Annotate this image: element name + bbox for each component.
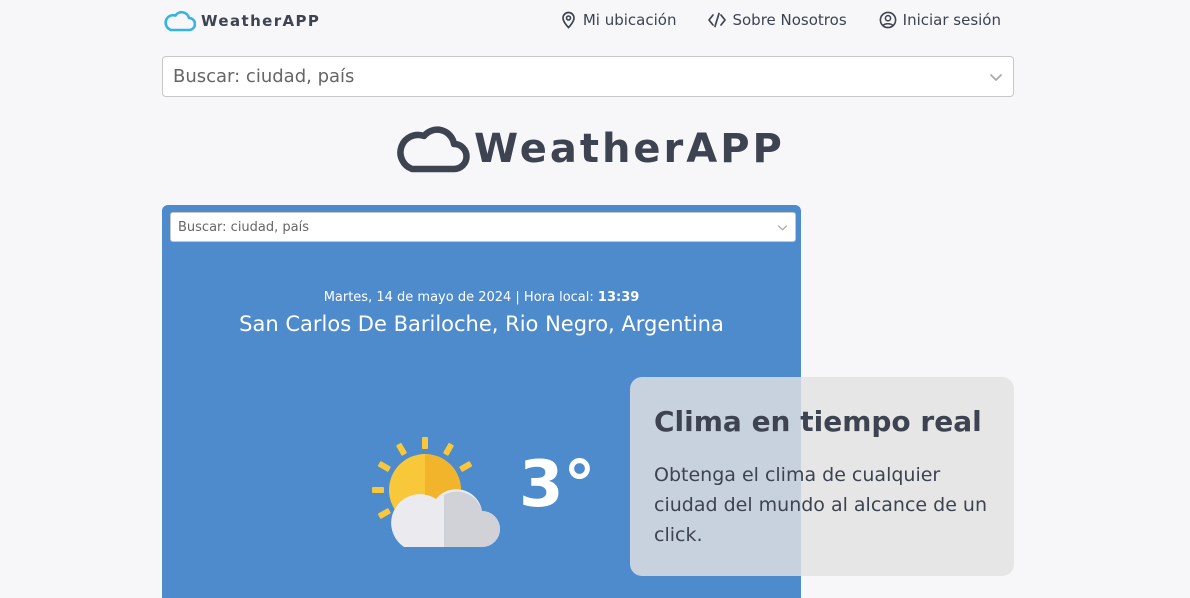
chevron-down-icon[interactable]: [777, 222, 788, 233]
local-time: 13:39: [597, 290, 640, 305]
hero-logo: WeatherAPP: [396, 122, 785, 176]
temperature: 3°: [519, 448, 596, 522]
info-title: Clima en tiempo real: [654, 405, 982, 438]
info-card: Clima en tiempo real Obtenga el clima de…: [630, 377, 1014, 576]
nav-login-label: Iniciar sesión: [902, 11, 1001, 29]
navbar: WeatherAPP Mi ubicación Sobre Nosotros I…: [0, 0, 1190, 44]
location-pin-icon: [562, 11, 575, 29]
card-city-search-input[interactable]: [178, 219, 777, 235]
nav-about-us[interactable]: Sobre Nosotros: [708, 11, 847, 29]
user-circle-icon: [879, 11, 897, 29]
partly-cloudy-icon: [372, 437, 500, 547]
nav-links: Mi ubicación Sobre Nosotros Iniciar sesi…: [560, 11, 1001, 29]
local-date: Martes, 14 de mayo de 2024 | Hora local:: [323, 290, 594, 305]
nav-my-location-label: Mi ubicación: [582, 11, 677, 29]
city-search-input[interactable]: [173, 66, 989, 87]
nav-about-us-label: Sobre Nosotros: [732, 11, 847, 29]
chevron-down-icon[interactable]: [989, 70, 1003, 84]
hero-title: WeatherAPP: [474, 126, 785, 172]
brand-logo[interactable]: WeatherAPP: [163, 9, 320, 33]
location-name: San Carlos De Bariloche, Rio Negro, Arge…: [239, 312, 724, 336]
local-date-time: Martes, 14 de mayo de 2024 | Hora local:…: [162, 290, 801, 305]
cloud-icon: [397, 126, 470, 173]
card-city-search-select[interactable]: [170, 212, 796, 242]
code-icon: [708, 12, 727, 28]
cloud-icon: [164, 10, 196, 32]
nav-my-location[interactable]: Mi ubicación: [560, 11, 677, 29]
nav-login[interactable]: Iniciar sesión: [879, 11, 1001, 29]
brand-name: WeatherAPP: [201, 12, 321, 30]
info-description: Obtenga el clima de cualquier ciudad del…: [654, 464, 988, 546]
city-search-select[interactable]: [162, 56, 1014, 97]
